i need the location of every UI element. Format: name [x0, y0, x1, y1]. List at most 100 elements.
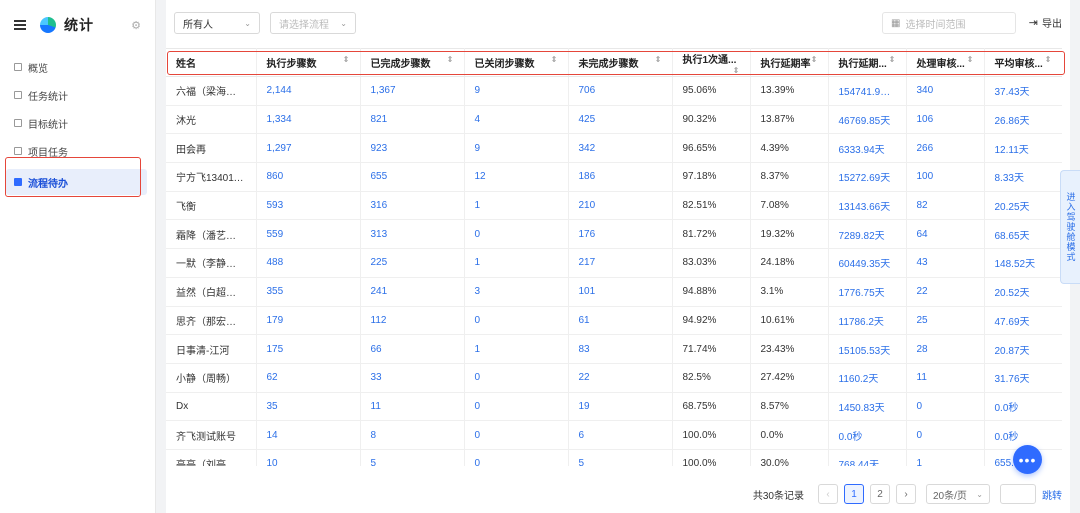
- sidebar-item-task-stats[interactable]: 任务统计: [0, 81, 155, 109]
- date-range-picker[interactable]: ▦ 选择时间范围: [882, 12, 1016, 34]
- value-cell[interactable]: 5: [360, 449, 465, 466]
- value-cell[interactable]: 66: [360, 334, 465, 364]
- sort-icon[interactable]: ⇕: [811, 55, 818, 64]
- sidebar-item-project-tasks[interactable]: 项目任务: [0, 137, 155, 165]
- value-cell[interactable]: 62: [256, 363, 361, 393]
- column-header[interactable]: 处理审核... ⇕: [906, 48, 985, 77]
- value-cell[interactable]: 5: [568, 449, 673, 466]
- value-cell[interactable]: 0: [906, 420, 985, 450]
- jump-page-input[interactable]: [1000, 484, 1036, 504]
- export-button[interactable]: ⇥ 导出: [1029, 15, 1062, 30]
- next-page-button[interactable]: ›: [896, 484, 916, 504]
- value-cell[interactable]: 860: [256, 162, 361, 192]
- page-size-select[interactable]: 20条/页 ⌄: [926, 484, 990, 504]
- value-cell[interactable]: 148.52天: [984, 248, 1062, 278]
- table-row[interactable]: 田会再 1,297 923 9 342 96.65% 4.39% 6333.94天 266 12.…: [166, 133, 1062, 164]
- table-row[interactable]: 齐飞测试账号 14 8 0 6 100.0% 0.0% 0.0秒 0 0.0秒: [166, 420, 1062, 450]
- value-cell[interactable]: 179: [256, 306, 361, 336]
- value-cell[interactable]: 9: [464, 76, 569, 106]
- value-cell[interactable]: 1,367: [360, 76, 465, 106]
- value-cell[interactable]: 0: [464, 392, 569, 422]
- value-cell[interactable]: 0: [464, 306, 569, 336]
- value-cell[interactable]: 10: [256, 449, 361, 466]
- table-row[interactable]: Dx 35 11 0 19 68.75% 8.57% 1450.83天 0 0.0秒: [166, 392, 1062, 422]
- value-cell[interactable]: 61: [568, 306, 673, 336]
- value-cell[interactable]: 60449.35天: [828, 248, 907, 278]
- value-cell[interactable]: 8.33天: [984, 162, 1062, 192]
- gear-icon[interactable]: ⚙: [131, 19, 141, 32]
- value-cell[interactable]: 11786.2天: [828, 306, 907, 336]
- value-cell[interactable]: 112: [360, 306, 465, 336]
- sort-icon[interactable]: ⇕: [967, 55, 974, 64]
- sort-icon[interactable]: ⇕: [889, 55, 896, 64]
- column-header[interactable]: 执行步骤数 ⇕: [256, 48, 361, 77]
- value-cell[interactable]: 100: [906, 162, 985, 192]
- column-header[interactable]: 姓名: [166, 48, 257, 77]
- value-cell[interactable]: 1450.83天: [828, 392, 907, 422]
- sort-icon[interactable]: ⇕: [655, 55, 662, 64]
- value-cell[interactable]: 1: [464, 191, 569, 221]
- value-cell[interactable]: 706: [568, 76, 673, 106]
- value-cell[interactable]: 28: [906, 334, 985, 364]
- value-cell[interactable]: 7289.82天: [828, 219, 907, 250]
- value-cell[interactable]: 316: [360, 191, 465, 221]
- value-cell[interactable]: 225: [360, 248, 465, 278]
- table-row[interactable]: 飞衡 593 316 1 210 82.51% 7.08% 13143.66天 82 20.25天: [166, 191, 1062, 221]
- value-cell[interactable]: 593: [256, 191, 361, 221]
- value-cell[interactable]: 68.65天: [984, 219, 1062, 250]
- value-cell[interactable]: 33: [360, 363, 465, 393]
- table-row[interactable]: 思齐（那宏旭） 179 112 0 61 94.92% 10.61% 11786.2天 25 47…: [166, 306, 1062, 336]
- sidebar-item-overview[interactable]: 概览: [0, 53, 155, 81]
- value-cell[interactable]: 655: [360, 162, 465, 192]
- value-cell[interactable]: 821: [360, 105, 465, 135]
- value-cell[interactable]: 6: [568, 420, 673, 450]
- value-cell[interactable]: 37.43天: [984, 76, 1062, 106]
- value-cell[interactable]: 2,144: [256, 76, 361, 106]
- sort-icon[interactable]: ⇕: [343, 55, 350, 64]
- value-cell[interactable]: 0: [464, 420, 569, 450]
- table-row[interactable]: 日事清-江河 175 66 1 83 71.74% 23.43% 15105.53天 28 20.…: [166, 334, 1062, 364]
- value-cell[interactable]: 26.86天: [984, 105, 1062, 135]
- value-cell[interactable]: 1: [906, 449, 985, 466]
- value-cell[interactable]: 15272.69天: [828, 162, 907, 192]
- table-row[interactable]: 六福（梁海峰） 2,144 1,367 9 706 95.06% 13.39% 154741.…: [166, 76, 1062, 106]
- person-select[interactable]: 所有人 ⌄: [174, 12, 260, 34]
- value-cell[interactable]: 11: [360, 392, 465, 422]
- value-cell[interactable]: 175: [256, 334, 361, 364]
- value-cell[interactable]: 313: [360, 219, 465, 250]
- value-cell[interactable]: 923: [360, 133, 465, 164]
- value-cell[interactable]: 25: [906, 306, 985, 336]
- table-row[interactable]: 沐光 1,334 821 4 425 90.32% 13.87% 46769.85天 106 26…: [166, 105, 1062, 135]
- value-cell[interactable]: 0: [906, 392, 985, 422]
- table-row[interactable]: 一默（李静会） 488 225 1 217 83.03% 24.18% 60449.35天 43…: [166, 248, 1062, 278]
- table-row[interactable]: 霜降（潘艺霖） 559 313 0 176 81.72% 19.32% 7289.82天 64 6…: [166, 219, 1062, 250]
- value-cell[interactable]: 101: [568, 277, 673, 307]
- value-cell[interactable]: 1: [464, 248, 569, 278]
- value-cell[interactable]: 1: [464, 334, 569, 364]
- value-cell[interactable]: 15105.53天: [828, 334, 907, 364]
- value-cell[interactable]: 186: [568, 162, 673, 192]
- value-cell[interactable]: 0.0秒: [984, 392, 1062, 422]
- value-cell[interactable]: 22: [568, 363, 673, 393]
- page-button-1[interactable]: 1: [844, 484, 864, 504]
- value-cell[interactable]: 106: [906, 105, 985, 135]
- value-cell[interactable]: 43: [906, 248, 985, 278]
- value-cell[interactable]: 425: [568, 105, 673, 135]
- value-cell[interactable]: 35: [256, 392, 361, 422]
- value-cell[interactable]: 9: [464, 133, 569, 164]
- sort-icon[interactable]: ⇕: [551, 55, 558, 64]
- stats-table-container[interactable]: 姓名 执行步骤数 ⇕ 已完成步骤数 ⇕ 已关闭步骤数 ⇕ 未完成步骤数 ⇕ 执行1次通... ⇕ 执行…: [166, 48, 1062, 466]
- cockpit-mode-tab[interactable]: 进入驾驶舱模式: [1060, 170, 1080, 284]
- value-cell[interactable]: 20.52天: [984, 277, 1062, 307]
- value-cell[interactable]: 210: [568, 191, 673, 221]
- column-header[interactable]: 未完成步骤数 ⇕: [568, 48, 673, 77]
- value-cell[interactable]: 768.44天: [828, 449, 907, 466]
- value-cell[interactable]: 4: [464, 105, 569, 135]
- value-cell[interactable]: 1776.75天: [828, 277, 907, 307]
- value-cell[interactable]: 46769.85天: [828, 105, 907, 135]
- value-cell[interactable]: 83: [568, 334, 673, 364]
- sort-icon[interactable]: ⇕: [447, 55, 454, 64]
- value-cell[interactable]: 14: [256, 420, 361, 450]
- value-cell[interactable]: 217: [568, 248, 673, 278]
- value-cell[interactable]: 0: [464, 449, 569, 466]
